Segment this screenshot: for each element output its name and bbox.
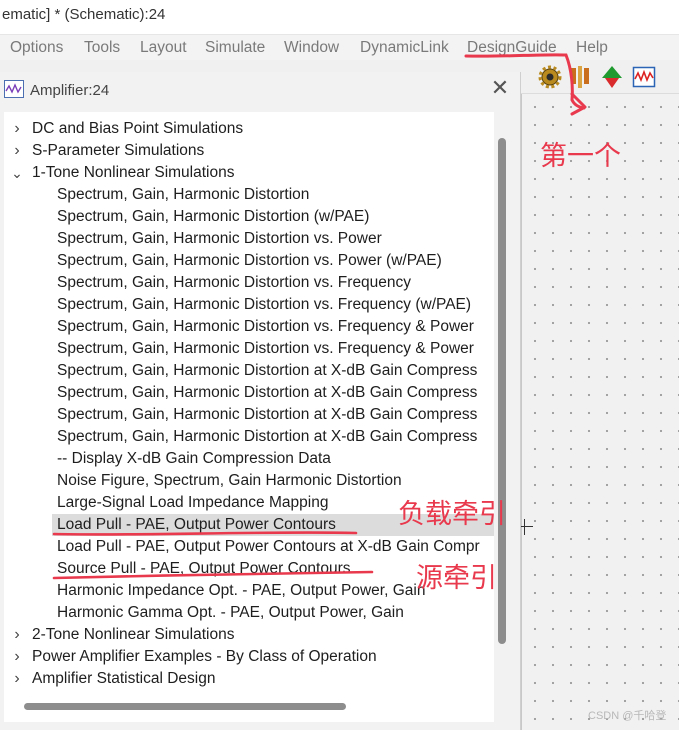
tree-item[interactable]: Spectrum, Gain, Harmonic Distortion at X… bbox=[52, 404, 494, 426]
tree-category[interactable]: › 2-Tone Nonlinear Simulations bbox=[4, 624, 494, 646]
tree-item[interactable]: Spectrum, Gain, Harmonic Distortion vs. … bbox=[52, 228, 494, 250]
annotation-first: 第一个 bbox=[540, 141, 621, 172]
chevron-right-icon[interactable]: › bbox=[10, 668, 24, 690]
tree-category[interactable]: ⌄ 1-Tone Nonlinear Simulations bbox=[4, 162, 494, 184]
horizontal-scrollbar[interactable] bbox=[24, 703, 346, 710]
tree-item-label: 1-Tone Nonlinear Simulations bbox=[32, 164, 235, 181]
tree-item-label: Spectrum, Gain, Harmonic Distortion vs. … bbox=[57, 296, 472, 313]
tree-item-label: Load Pull - PAE, Output Power Contours a… bbox=[57, 538, 480, 555]
amplifier-designguide-dialog: Amplifier:24 ✕ › DC and Bias Point Simula… bbox=[0, 72, 521, 730]
tree-category[interactable]: › DC and Bias Point Simulations bbox=[4, 118, 494, 140]
close-icon[interactable]: ✕ bbox=[488, 76, 512, 100]
menu-tools[interactable]: Tools bbox=[84, 39, 120, 57]
tree-item-label: Spectrum, Gain, Harmonic Distortion vs. … bbox=[57, 230, 382, 247]
tree-item[interactable]: Spectrum, Gain, Harmonic Distortion vs. … bbox=[52, 272, 494, 294]
annotation-source-pull: 源牵引 bbox=[416, 563, 497, 594]
tree-item-label: Noise Figure, Spectrum, Gain Harmonic Di… bbox=[57, 472, 402, 489]
tree-item[interactable]: Spectrum, Gain, Harmonic Distortion at X… bbox=[52, 382, 494, 404]
tree-item[interactable]: Spectrum, Gain, Harmonic Distortion at X… bbox=[52, 426, 494, 448]
tree-item-label: Spectrum, Gain, Harmonic Distortion vs. … bbox=[57, 274, 412, 291]
tree-item[interactable]: -- Display X-dB Gain Compression Data bbox=[52, 448, 494, 470]
tree-item[interactable]: Spectrum, Gain, Harmonic Distortion vs. … bbox=[52, 338, 494, 360]
window-title-bar: ematic] * (Schematic):24 bbox=[0, 0, 679, 34]
tree-item-label: Spectrum, Gain, Harmonic Distortion vs. … bbox=[57, 318, 474, 335]
annotation-load-pull: 负载牵引 bbox=[398, 499, 506, 530]
amplifier-window-icon bbox=[4, 80, 24, 98]
schematic-canvas[interactable] bbox=[521, 94, 679, 730]
tree-item-label: Load Pull - PAE, Output Power Contours bbox=[57, 516, 336, 533]
tree-item-label: Spectrum, Gain, Harmonic Distortion at X… bbox=[57, 428, 478, 445]
tree-item-label: 2-Tone Nonlinear Simulations bbox=[32, 626, 235, 643]
tree-item[interactable]: Spectrum, Gain, Harmonic Distortion bbox=[52, 184, 494, 206]
tree-item[interactable]: Load Pull - PAE, Output Power Contours a… bbox=[52, 536, 494, 558]
tree-item-label: Amplifier Statistical Design bbox=[32, 670, 216, 687]
designguide-tree: › DC and Bias Point Simulations › S-Paramet… bbox=[4, 112, 494, 722]
designguide-gear-icon[interactable] bbox=[538, 65, 562, 89]
menu-help[interactable]: Help bbox=[576, 39, 608, 57]
tree-item-label: Spectrum, Gain, Harmonic Distortion at X… bbox=[57, 384, 478, 401]
menu-designguide[interactable]: DesignGuide bbox=[467, 39, 557, 57]
tree-item[interactable]: Spectrum, Gain, Harmonic Distortion at X… bbox=[52, 360, 494, 382]
tree-item-label: S-Parameter Simulations bbox=[32, 142, 205, 159]
green-red-arrow-icon[interactable] bbox=[600, 65, 624, 89]
watermark: CSDN @千哈登 bbox=[588, 710, 667, 722]
vertical-scrollbar[interactable] bbox=[498, 138, 506, 644]
chevron-right-icon[interactable]: › bbox=[10, 646, 24, 668]
probe-icon[interactable] bbox=[568, 65, 592, 89]
dialog-title: Amplifier:24 bbox=[30, 82, 110, 99]
menu-bar: Options Tools Layout Simulate Window Dyn… bbox=[0, 34, 679, 60]
menu-simulate[interactable]: Simulate bbox=[205, 39, 265, 57]
chevron-right-icon[interactable]: › bbox=[10, 118, 24, 140]
tree-item[interactable]: Spectrum, Gain, Harmonic Distortion vs. … bbox=[52, 250, 494, 272]
chevron-right-icon[interactable]: › bbox=[10, 140, 24, 162]
tree-item-label: Spectrum, Gain, Harmonic Distortion vs. … bbox=[57, 340, 474, 357]
tree-item[interactable]: Noise Figure, Spectrum, Gain Harmonic Di… bbox=[52, 470, 494, 492]
tree-item-label: Source Pull - PAE, Output Power Contours bbox=[57, 560, 351, 577]
tree-item[interactable]: Harmonic Gamma Opt. - PAE, Output Power,… bbox=[52, 602, 494, 624]
tree-item-label: Large-Signal Load Impedance Mapping bbox=[57, 494, 329, 511]
waveform-icon[interactable] bbox=[632, 65, 656, 89]
tree-item-label: Spectrum, Gain, Harmonic Distortion at X… bbox=[57, 362, 478, 379]
chevron-down-icon[interactable]: ⌄ bbox=[10, 162, 24, 184]
tree-item-label: Spectrum, Gain, Harmonic Distortion at X… bbox=[57, 406, 478, 423]
tree-category[interactable]: › Amplifier Statistical Design bbox=[4, 668, 494, 690]
tree-item-label: Spectrum, Gain, Harmonic Distortion (w/P… bbox=[57, 208, 370, 225]
window-title: ematic] * (Schematic):24 bbox=[2, 6, 166, 23]
tree-item-label: Spectrum, Gain, Harmonic Distortion bbox=[57, 186, 310, 203]
tree-category[interactable]: › S-Parameter Simulations bbox=[4, 140, 494, 162]
menu-options[interactable]: Options bbox=[10, 39, 63, 57]
menu-window[interactable]: Window bbox=[284, 39, 339, 57]
tree-item-label: Harmonic Impedance Opt. - PAE, Output Po… bbox=[57, 582, 426, 599]
tree-category[interactable]: › Power Amplifier Examples - By Class of … bbox=[4, 646, 494, 668]
menu-dynamiclink[interactable]: DynamicLink bbox=[360, 39, 449, 57]
chevron-right-icon[interactable]: › bbox=[10, 624, 24, 646]
tree-item[interactable]: Spectrum, Gain, Harmonic Distortion vs. … bbox=[52, 316, 494, 338]
tree-item-label: -- Display X-dB Gain Compression Data bbox=[57, 450, 331, 467]
canvas-border bbox=[521, 94, 522, 730]
tree-item-label: Harmonic Gamma Opt. - PAE, Output Power,… bbox=[57, 604, 404, 621]
menu-layout[interactable]: Layout bbox=[140, 39, 187, 57]
tree-item-label: DC and Bias Point Simulations bbox=[32, 120, 244, 137]
tree-item-label: Spectrum, Gain, Harmonic Distortion vs. … bbox=[57, 252, 442, 269]
tree-item[interactable]: Spectrum, Gain, Harmonic Distortion (w/P… bbox=[52, 206, 494, 228]
tree-item-label: Power Amplifier Examples - By Class of O… bbox=[32, 648, 377, 665]
tree-item[interactable]: Spectrum, Gain, Harmonic Distortion vs. … bbox=[52, 294, 494, 316]
